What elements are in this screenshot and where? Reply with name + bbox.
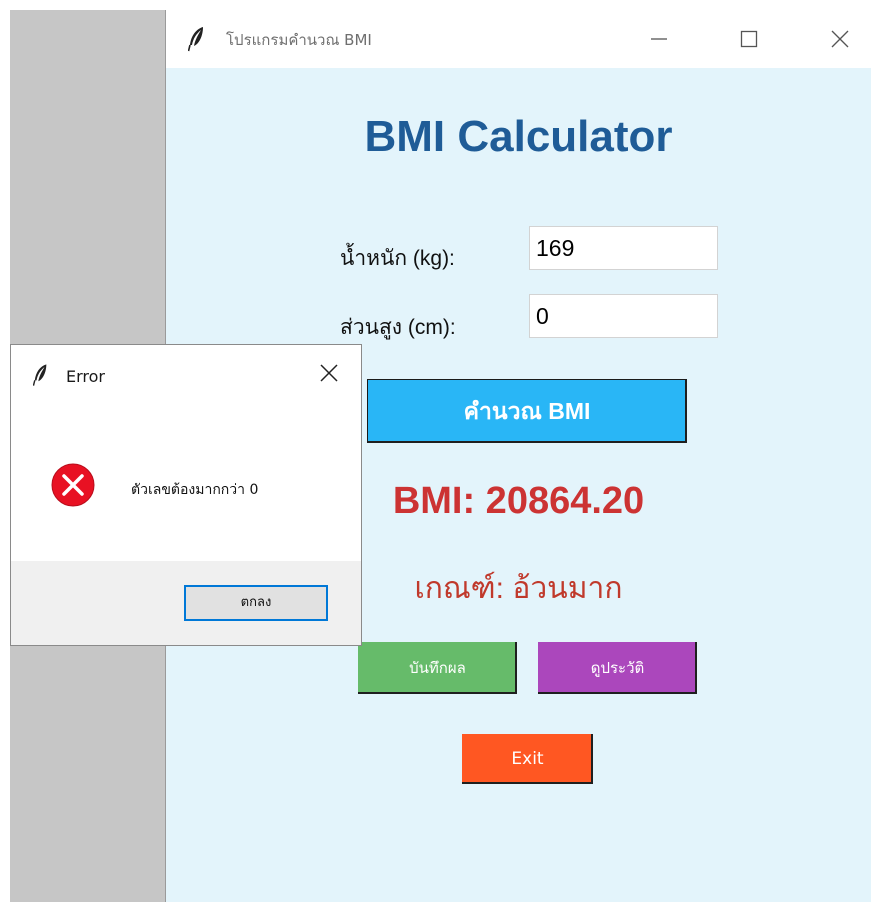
dialog-close-button[interactable] — [309, 357, 349, 391]
main-titlebar[interactable]: โปรแกรมคำนวณ BMI — [166, 10, 871, 68]
weight-input[interactable] — [529, 226, 718, 270]
feather-icon — [33, 364, 47, 386]
feather-icon — [188, 27, 203, 52]
save-result-button[interactable]: บันทึกผล — [358, 642, 517, 694]
view-history-button[interactable]: ดูประวัติ — [538, 642, 697, 694]
exit-button[interactable]: Exit — [462, 734, 593, 784]
minimize-icon — [651, 38, 667, 40]
maximize-button[interactable] — [729, 22, 769, 56]
window-title: โปรแกรมคำนวณ BMI — [226, 31, 372, 49]
error-dialog: Error ตัวเลขต้องมากกว่า 0 ตกลง — [10, 344, 362, 646]
error-message: ตัวเลขต้องมากกว่า 0 — [131, 482, 259, 498]
close-button[interactable] — [820, 22, 860, 56]
weight-label: น้ำหนัก (kg): — [340, 247, 455, 270]
maximize-icon — [740, 30, 758, 48]
height-label: ส่วนสูง (cm): — [340, 316, 456, 339]
close-icon — [320, 364, 338, 382]
calculate-bmi-button[interactable]: คำนวณ BMI — [367, 379, 687, 443]
error-circle-x-icon — [51, 463, 95, 507]
ok-button[interactable]: ตกลง — [184, 585, 328, 621]
app-heading: BMI Calculator — [364, 112, 673, 161]
minimize-button[interactable] — [639, 22, 679, 56]
close-icon — [831, 30, 849, 48]
dialog-footer: ตกลง — [11, 561, 361, 645]
dialog-title: Error — [66, 367, 105, 386]
height-input[interactable] — [529, 294, 718, 338]
